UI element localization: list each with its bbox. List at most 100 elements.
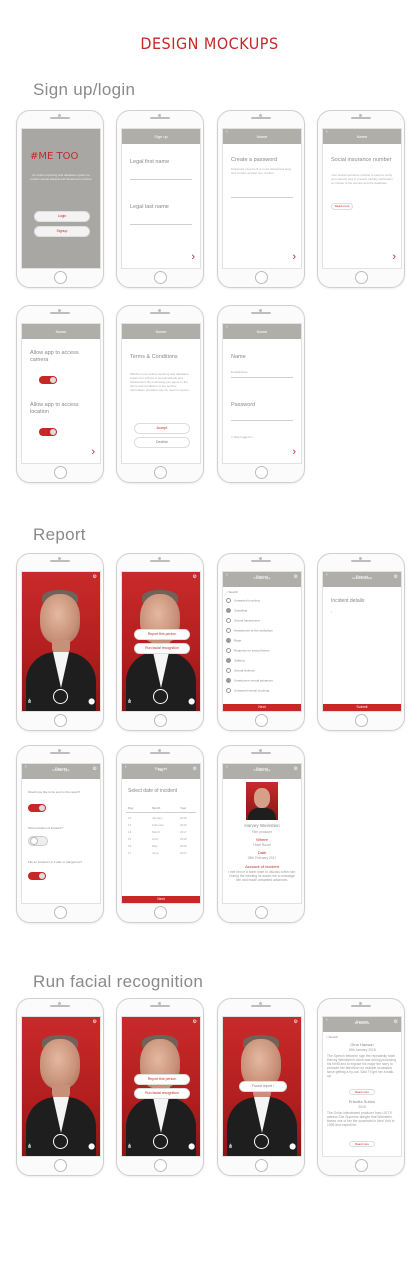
report-person-button[interactable]: Report this person [134, 629, 190, 640]
capture-button[interactable] [153, 689, 168, 704]
location-pin-icon[interactable]: ⬤ [289, 1143, 296, 1150]
decline-button[interactable]: Decline [134, 437, 190, 448]
home-button[interactable] [154, 714, 167, 727]
next-chevron-icon[interactable]: › [392, 252, 396, 263]
date-day[interactable]: 13 [128, 823, 131, 827]
list-item[interactable]: Unwelcome sexual advances [226, 678, 273, 683]
location-toggle[interactable] [39, 428, 57, 436]
list-item[interactable]: Sexual violence [226, 668, 255, 673]
read-more-button[interactable]: Read more [331, 203, 353, 210]
home-button[interactable] [154, 1159, 167, 1172]
list-item[interactable]: Unwanted touching [226, 598, 260, 603]
date-year[interactable]: 2016 [180, 823, 187, 827]
date-year[interactable]: 2017 [180, 830, 187, 834]
capture-button[interactable] [53, 689, 68, 704]
back-icon[interactable]: ‹ [226, 129, 228, 135]
signup-button[interactable]: Signup [34, 226, 90, 237]
login-name-field[interactable] [231, 377, 293, 378]
question-3-toggle[interactable] [28, 872, 46, 880]
search-row[interactable]: ⌕ Search [326, 1035, 338, 1039]
accept-button[interactable]: Accept [134, 423, 190, 434]
back-icon[interactable]: ‹ [125, 764, 127, 770]
question-1-toggle[interactable] [28, 804, 46, 812]
share-icon[interactable]: ⋔ [228, 1143, 233, 1150]
date-day[interactable]: 16 [128, 844, 131, 848]
share-icon[interactable]: ⋔ [27, 1143, 32, 1150]
report-person-button[interactable]: Report this person [134, 1074, 190, 1085]
next-chevron-icon[interactable]: › [292, 252, 296, 263]
login-password-field[interactable] [231, 420, 293, 421]
question-2-toggle[interactable] [28, 836, 48, 846]
date-year[interactable]: 2015 [180, 816, 187, 820]
next-chevron-icon[interactable]: › [292, 447, 296, 458]
home-button[interactable] [255, 906, 268, 919]
gear-icon[interactable]: ⚙ [193, 1019, 197, 1025]
date-day[interactable]: 12 [128, 816, 131, 820]
home-button[interactable] [54, 271, 67, 284]
password-field[interactable] [231, 197, 293, 198]
date-month[interactable]: May [152, 844, 158, 848]
checkbox-icon[interactable]: ○ [231, 435, 233, 439]
capture-button[interactable] [254, 1134, 269, 1149]
submit-button[interactable]: Submit [323, 704, 401, 711]
home-button[interactable] [154, 906, 167, 919]
gear-icon[interactable]: ⚙ [394, 1019, 398, 1025]
run-facial-button[interactable]: Run facial recognition [134, 1088, 190, 1099]
home-button[interactable] [54, 906, 67, 919]
back-icon[interactable]: ‹ [226, 324, 228, 330]
home-button[interactable] [255, 466, 268, 479]
share-icon[interactable]: ⋔ [127, 1143, 132, 1150]
back-icon[interactable]: ‹ [326, 1017, 328, 1023]
back-icon[interactable]: ‹ [226, 572, 228, 578]
gear-icon[interactable]: ⚙ [294, 1019, 298, 1025]
home-button[interactable] [255, 714, 268, 727]
back-icon[interactable]: ‹ [226, 764, 228, 770]
gear-icon[interactable]: ⚙ [193, 766, 197, 772]
share-icon[interactable]: ⋔ [27, 698, 32, 705]
list-item[interactable]: Unwanted sexual touching [226, 688, 269, 693]
location-pin-icon[interactable]: ⬤ [88, 698, 95, 705]
location-pin-icon[interactable]: ⬤ [188, 1143, 195, 1150]
date-month[interactable]: February [152, 823, 164, 827]
home-button[interactable] [355, 1159, 368, 1172]
list-item[interactable]: Sexual harassment [226, 618, 260, 623]
back-icon[interactable]: ‹ [25, 764, 27, 770]
home-button[interactable] [154, 466, 167, 479]
back-icon[interactable]: ‹ [326, 572, 328, 578]
home-button[interactable] [154, 271, 167, 284]
legal-first-field[interactable] [130, 179, 192, 180]
list-item[interactable]: Requests for sexual favors [226, 648, 270, 653]
home-button[interactable] [255, 1159, 268, 1172]
location-pin-icon[interactable]: ⬤ [188, 698, 195, 705]
location-pin-icon[interactable]: ⬤ [88, 1143, 95, 1150]
home-button[interactable] [54, 466, 67, 479]
list-item[interactable]: Catcalling [226, 608, 247, 613]
login-button[interactable]: Login [34, 211, 90, 222]
date-year[interactable]: 2018 [180, 837, 187, 841]
gear-icon[interactable]: ⚙ [294, 574, 298, 580]
date-day[interactable]: 15 [128, 837, 131, 841]
home-button[interactable] [355, 271, 368, 284]
read-more-button[interactable]: Read more [349, 1141, 375, 1147]
date-month[interactable]: January [152, 816, 163, 820]
next-chevron-icon[interactable]: › [91, 447, 95, 458]
run-facial-button[interactable]: Run facial recognition [134, 643, 190, 654]
gear-icon[interactable]: ⚙ [93, 574, 97, 580]
camera-toggle[interactable] [39, 376, 57, 384]
share-icon[interactable]: ⋔ [127, 698, 132, 705]
home-button[interactable] [355, 714, 368, 727]
date-month[interactable]: March [152, 830, 160, 834]
date-day[interactable]: 17 [128, 851, 131, 855]
date-day[interactable]: 14 [128, 830, 131, 834]
home-button[interactable] [54, 1159, 67, 1172]
gear-icon[interactable]: ⚙ [193, 574, 197, 580]
home-button[interactable] [54, 714, 67, 727]
date-year[interactable]: 2019 [180, 844, 187, 848]
capture-button[interactable] [53, 1134, 68, 1149]
gear-icon[interactable]: ⚙ [93, 766, 97, 772]
back-icon[interactable]: ‹ [326, 129, 328, 135]
gear-icon[interactable]: ⚙ [394, 574, 398, 580]
found-report-button[interactable]: Found report › [239, 1081, 287, 1092]
date-month[interactable]: April [152, 837, 158, 841]
gear-icon[interactable]: ⚙ [93, 1019, 97, 1025]
